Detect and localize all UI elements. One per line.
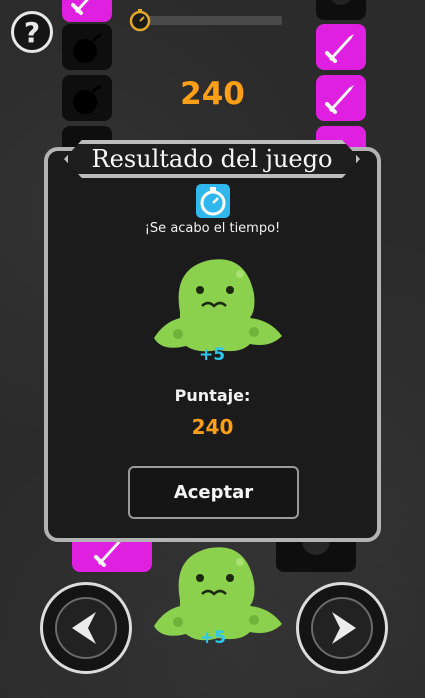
bomb-tile[interactable] bbox=[62, 75, 112, 121]
bomb-tile[interactable] bbox=[316, 0, 366, 20]
bomb-icon bbox=[331, 0, 351, 5]
sword-icon bbox=[71, 0, 89, 15]
sword-icon bbox=[325, 85, 354, 114]
accept-button[interactable]: Aceptar bbox=[128, 466, 299, 519]
clock-icon bbox=[196, 184, 230, 218]
timer-track bbox=[142, 16, 282, 25]
score-value: 240 bbox=[191, 415, 234, 439]
timer-icon bbox=[129, 9, 151, 32]
bomb-icon bbox=[73, 85, 102, 114]
help-icon: ? bbox=[23, 15, 41, 49]
score-label: Puntaje: bbox=[174, 386, 251, 405]
dialog-title: Resultado del juego bbox=[64, 140, 360, 178]
arrow-right-icon bbox=[332, 612, 356, 644]
dialog-bonus-label: +5 bbox=[199, 345, 226, 365]
next-button[interactable] bbox=[296, 582, 388, 674]
sword-tile[interactable] bbox=[316, 24, 366, 70]
sword-tile[interactable] bbox=[316, 75, 366, 121]
bomb-tile[interactable] bbox=[62, 24, 112, 70]
timer-bar bbox=[128, 8, 284, 32]
help-button[interactable]: ? bbox=[11, 11, 53, 53]
sword-tile[interactable] bbox=[62, 0, 112, 22]
bomb-icon bbox=[73, 34, 102, 63]
result-message: ¡Se acabo el tiempo! bbox=[144, 221, 281, 236]
slime-icon bbox=[154, 259, 282, 352]
prev-button[interactable] bbox=[40, 582, 132, 674]
bonus-label: +5 bbox=[200, 628, 227, 648]
hud-score: 240 bbox=[180, 76, 245, 112]
sword-icon bbox=[325, 34, 354, 63]
arrow-left-icon bbox=[72, 612, 96, 644]
